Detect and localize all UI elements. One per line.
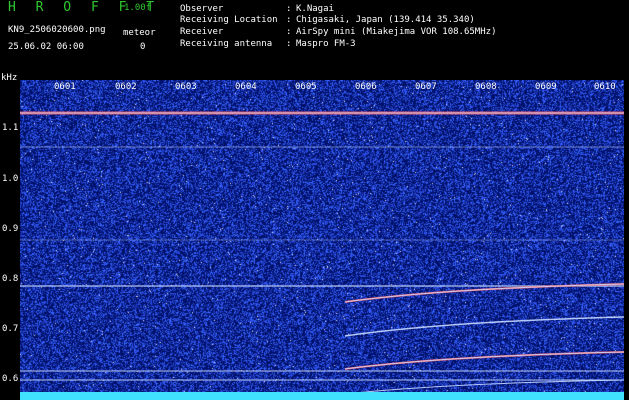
y-tick-label: 0.7 — [2, 324, 19, 334]
meteor-count: 0 — [140, 42, 146, 52]
spectrogram-image — [20, 80, 624, 400]
meta-value-location: Chigasaki, Japan (139.414 35.340) — [296, 15, 475, 25]
meta-value-receiver: AirSpy mini (Miakejima VOR 108.65MHz) — [296, 27, 497, 37]
header: H R O F F T 1.00f KN9_2506020600.png 25.… — [0, 0, 629, 72]
baseline-strip — [20, 392, 624, 400]
meta-value-observer: K.Nagai — [296, 4, 334, 14]
meta-key-location: Receiving Location — [180, 15, 278, 25]
y-tick-label: 1.0 — [2, 174, 19, 184]
drift-trace — [344, 316, 624, 337]
drift-trace — [344, 351, 624, 370]
y-tick-label: 0.6 — [2, 374, 19, 384]
drift-trace — [344, 379, 624, 395]
y-tick-label: 0.9 — [2, 224, 19, 234]
spectrogram-traces — [20, 111, 624, 400]
datetime-label: 25.06.02 06:00 — [8, 42, 84, 52]
meta-sep: : — [286, 39, 292, 49]
y-tick-label: 0.8 — [2, 274, 19, 284]
filename-label: KN9_2506020600.png — [8, 25, 106, 35]
meta-value-antenna: Maspro FM-3 — [296, 39, 356, 49]
drift-trace — [344, 351, 624, 370]
meta-key-receiver: Receiver — [180, 27, 224, 37]
meta-key-antenna: Receiving antenna — [180, 39, 273, 49]
meta-sep: : — [286, 4, 292, 14]
unit-label: kHz — [1, 73, 18, 83]
spectrogram-panel: kHz 1.1 1.0 0.9 0.8 0.7 0.6 0601 0602 06… — [0, 72, 629, 400]
version-label: 1.00f — [124, 3, 152, 13]
meta-key-observer: Observer — [180, 4, 224, 14]
meta-sep: : — [286, 15, 292, 25]
y-tick-label: 1.1 — [2, 123, 19, 133]
meta-sep: : — [286, 27, 292, 37]
meteor-label: meteor — [123, 28, 156, 38]
